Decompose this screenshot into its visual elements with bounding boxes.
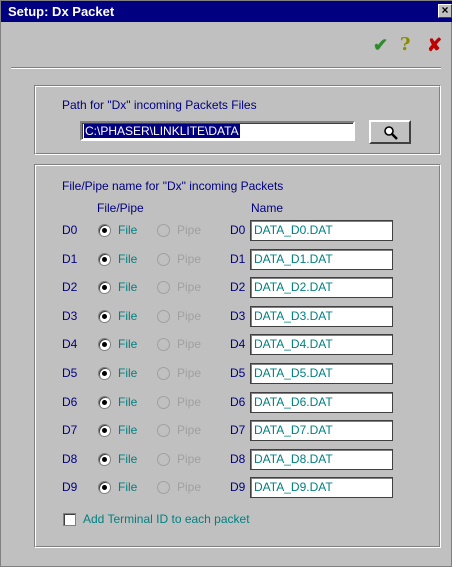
- row-id-label: D2: [62, 280, 78, 295]
- file-radio-label: File: [118, 451, 138, 466]
- pipe-radio-label: Pipe: [177, 480, 202, 495]
- name-input[interactable]: DATA_D9.DAT: [250, 477, 393, 499]
- name-input[interactable]: DATA_D4.DAT: [250, 334, 393, 356]
- name-id-label: D9: [230, 480, 246, 495]
- row-id-label: D3: [62, 308, 78, 323]
- file-radio[interactable]: [98, 367, 111, 380]
- packet-row: D1 File Pipe D1 DATA_D1.DAT: [1, 248, 452, 273]
- name-input[interactable]: DATA_D8.DAT: [250, 448, 393, 470]
- name-input[interactable]: DATA_D5.DAT: [250, 363, 393, 384]
- title-bar[interactable]: Setup: Dx Packet ×: [1, 1, 452, 22]
- packet-row: D7 File Pipe D7 DATA_D7.DAT: [1, 420, 452, 444]
- pipe-radio-label: Pipe: [177, 394, 202, 409]
- row-id-label: D8: [62, 451, 78, 466]
- name-header: Name: [251, 201, 284, 215]
- name-id-label: D2: [230, 280, 246, 295]
- file-radio[interactable]: [98, 338, 111, 352]
- file-radio[interactable]: [98, 481, 111, 495]
- pipe-radio: [157, 367, 170, 380]
- file-radio-label: File: [118, 394, 138, 409]
- pipe-radio-label: Pipe: [177, 251, 202, 266]
- pipe-radio: [157, 424, 170, 438]
- name-input[interactable]: DATA_D7.DAT: [250, 420, 393, 442]
- row-id-label: D9: [62, 480, 78, 495]
- file-radio-label: File: [118, 280, 138, 295]
- help-button[interactable]: ?: [400, 36, 411, 54]
- magnifier-icon: [384, 126, 398, 140]
- file-radio[interactable]: [98, 224, 111, 237]
- file-radio[interactable]: [98, 424, 111, 438]
- name-id-label: D3: [230, 308, 246, 323]
- window-title: Setup: Dx Packet: [8, 4, 115, 19]
- packets-group-label: File/Pipe name for "Dx" incoming Packets: [62, 179, 284, 193]
- name-id-label: D1: [230, 251, 246, 266]
- file-radio-label: File: [118, 251, 138, 266]
- setup-dialog: Setup: Dx Packet × ✔ ? ✘ Path for "Dx" i…: [0, 0, 452, 567]
- row-id-label: D1: [62, 251, 78, 266]
- toolbar-divider: [11, 67, 441, 69]
- name-id-label: D4: [230, 337, 246, 352]
- pipe-radio: [157, 395, 170, 409]
- packet-row: D9 File Pipe D9 DATA_D9.DAT: [1, 477, 452, 501]
- name-id-label: D7: [230, 423, 246, 438]
- pipe-radio-label: Pipe: [177, 337, 202, 352]
- name-input[interactable]: DATA_D3.DAT: [250, 305, 393, 327]
- row-id-label: D7: [62, 423, 78, 438]
- pipe-radio-label: Pipe: [177, 451, 202, 466]
- file-radio-label: File: [118, 337, 138, 352]
- path-input-value: C:\PHASER\LINKLITE\DATA: [84, 124, 240, 138]
- path-group-label: Path for "Dx" incoming Packets Files: [62, 98, 257, 112]
- row-id-label: D0: [62, 223, 78, 237]
- name-id-label: D5: [230, 366, 246, 380]
- pipe-radio: [157, 281, 170, 295]
- row-id-label: D4: [62, 337, 78, 352]
- terminal-id-checkbox[interactable]: [63, 513, 76, 526]
- name-id-label: D8: [230, 451, 246, 466]
- file-radio-label: File: [118, 223, 138, 237]
- pipe-radio: [157, 452, 170, 466]
- packet-row: D4 File Pipe D4 DATA_D4.DAT: [1, 334, 452, 358]
- pipe-radio: [157, 338, 170, 352]
- file-radio-label: File: [118, 480, 138, 495]
- file-radio[interactable]: [98, 452, 111, 466]
- ok-button[interactable]: ✔: [373, 36, 388, 54]
- close-button[interactable]: ×: [438, 4, 452, 18]
- file-radio[interactable]: [98, 281, 111, 295]
- pipe-radio: [157, 224, 170, 237]
- packet-row: D2 File Pipe D2 DATA_D2.DAT: [1, 277, 452, 301]
- pipe-radio-label: Pipe: [177, 423, 202, 438]
- pipe-radio: [157, 481, 170, 495]
- browse-button[interactable]: [369, 120, 411, 144]
- pipe-radio-label: Pipe: [177, 308, 202, 323]
- file-pipe-header: File/Pipe: [97, 201, 144, 215]
- row-id-label: D6: [62, 394, 78, 409]
- cancel-button[interactable]: ✘: [427, 36, 442, 54]
- path-input[interactable]: C:\PHASER\LINKLITE\DATA: [80, 121, 355, 141]
- name-id-label: D6: [230, 394, 246, 409]
- name-input[interactable]: DATA_D1.DAT: [250, 248, 393, 270]
- packet-row: D8 File Pipe D8 DATA_D8.DAT: [1, 448, 452, 473]
- file-radio-label: File: [118, 423, 138, 438]
- packet-row: D0 File Pipe D0 DATA_D0.DAT: [1, 220, 452, 244]
- packet-row: D5 File Pipe D5 DATA_D5.DAT: [1, 363, 452, 387]
- file-radio-label: File: [118, 308, 138, 323]
- file-radio-label: File: [118, 366, 138, 380]
- file-radio[interactable]: [98, 395, 111, 409]
- name-input[interactable]: DATA_D0.DAT: [250, 220, 393, 241]
- packet-row: D6 File Pipe D6 DATA_D6.DAT: [1, 391, 452, 416]
- pipe-radio-label: Pipe: [177, 280, 202, 295]
- pipe-radio-label: Pipe: [177, 366, 202, 380]
- terminal-id-label: Add Terminal ID to each packet: [83, 512, 250, 526]
- name-input[interactable]: DATA_D2.DAT: [250, 277, 393, 299]
- pipe-radio: [157, 252, 170, 266]
- name-input[interactable]: DATA_D6.DAT: [250, 391, 393, 413]
- name-id-label: D0: [230, 223, 246, 237]
- pipe-radio: [157, 309, 170, 323]
- pipe-radio-label: Pipe: [177, 223, 202, 237]
- file-radio[interactable]: [98, 252, 111, 266]
- packet-row: D3 File Pipe D3 DATA_D3.DAT: [1, 305, 452, 330]
- row-id-label: D5: [62, 366, 78, 380]
- file-radio[interactable]: [98, 309, 111, 323]
